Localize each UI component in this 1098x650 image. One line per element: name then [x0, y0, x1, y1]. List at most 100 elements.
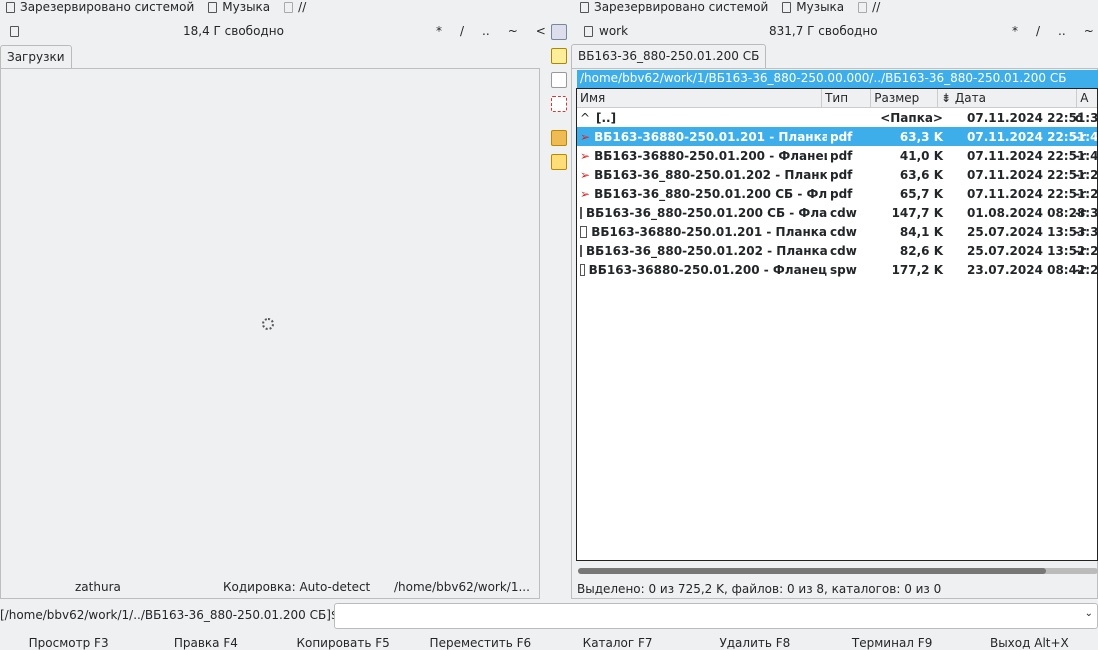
file-name-text: ВБ163-36880-250.01.201 - Планка	[594, 129, 827, 144]
file-name: ^ [..]	[577, 111, 827, 125]
file-row[interactable]: ➢ ВБ163-36880-250.01.201 - Планка pdf 63,…	[577, 127, 1097, 146]
file-attr: -r	[1075, 186, 1086, 201]
copy-icon[interactable]	[551, 72, 567, 88]
view-f3-button[interactable]: Просмотр F3	[0, 636, 137, 650]
file-name: ➢ ВБ163-36880-250.01.200 - Фланец	[577, 149, 827, 163]
drive-reserved[interactable]: Зарезервировано системой	[6, 0, 194, 14]
exit-button[interactable]: Выход Alt+X	[961, 636, 1098, 650]
file-size: 63,6 K	[899, 167, 943, 182]
copy-f5-button[interactable]: Копировать F5	[275, 636, 412, 650]
selection-status: Выделено: 0 из 725,2 K, файлов: 0 из 8, …	[577, 582, 942, 596]
scrollbar-thumb[interactable]	[578, 568, 1046, 574]
command-input[interactable]: ⌄	[334, 603, 1098, 629]
file-attr: -r	[1075, 148, 1086, 163]
drive-button-icon[interactable]	[584, 25, 593, 37]
drive-icon	[208, 1, 218, 13]
loading-spinner-icon	[262, 318, 274, 330]
nav-root[interactable]: /	[1036, 24, 1040, 38]
file-icon	[580, 244, 582, 257]
view-icon[interactable]	[551, 24, 567, 40]
nav-root[interactable]: /	[460, 24, 464, 38]
move-f6-button[interactable]: Переместить F6	[412, 636, 549, 650]
file-name: ВБ163-36_880-250.01.200 СБ - Флане..	[577, 206, 827, 220]
new-folder-icon[interactable]	[551, 154, 567, 170]
column-type[interactable]: Тип	[822, 89, 872, 107]
right-panel-header: work 831,7 Г свободно * /.. ~	[584, 22, 1098, 40]
file-name-text: [..]	[596, 110, 617, 125]
tab-current-folder[interactable]: ВБ163-36_880-250.01.200 СБ	[571, 44, 767, 68]
file-date: 07.11.2024 22:51:25	[967, 186, 1098, 201]
pdf-icon: ➢	[580, 167, 591, 182]
nav-buttons: * /.. ~	[1012, 24, 1094, 38]
chevron-down-icon[interactable]: ⌄	[1085, 608, 1093, 619]
file-date: 25.07.2024 13:52:22	[967, 243, 1098, 258]
drive-label: Музыка	[796, 0, 845, 14]
file-size: 82,6 K	[899, 243, 943, 258]
pdf-icon: ➢	[580, 186, 591, 201]
drive-icon	[782, 1, 792, 13]
move-icon[interactable]	[551, 96, 567, 112]
file-type: pdf	[830, 129, 853, 144]
viewer-name: zathura	[75, 580, 121, 594]
column-size[interactable]: Размер	[871, 89, 938, 107]
file-icon	[580, 225, 588, 238]
sort-icon: ⇟	[941, 91, 955, 105]
nav-up[interactable]: ..	[482, 24, 490, 38]
delete-f8-button[interactable]: Удалить F8	[686, 636, 823, 650]
tab-downloads[interactable]: Загрузки	[0, 45, 72, 69]
nav-root-all[interactable]: *	[1012, 24, 1018, 38]
drive-music[interactable]: Музыка	[208, 0, 270, 14]
disk-icon	[580, 1, 589, 13]
archive-icon[interactable]	[551, 130, 567, 146]
drive-button-icon[interactable]	[10, 25, 19, 37]
parent-folder-icon: ^	[580, 110, 591, 125]
drive-reserved[interactable]: Зарезервировано системой	[580, 0, 768, 14]
mkdir-f7-button[interactable]: Каталог F7	[549, 636, 686, 650]
drive-label: Музыка	[222, 0, 271, 14]
file-date: 25.07.2024 13:53:32	[967, 224, 1098, 239]
nav-up[interactable]: ..	[1058, 24, 1066, 38]
file-name: ВБ163-36880-250.01.201 - Планка	[577, 225, 827, 239]
column-date[interactable]: ⇟ Дата	[938, 89, 1078, 107]
file-size: 177,2 K	[891, 262, 943, 277]
nav-root-all[interactable]: *	[436, 24, 442, 38]
vertical-toolbar	[548, 24, 570, 178]
file-size: 84,1 K	[899, 224, 943, 239]
file-row[interactable]: ^ [..] <Папка> 07.11.2024 22:51:38 d	[577, 108, 1097, 127]
column-headers: Имя Тип Размер ⇟ Дата А	[577, 89, 1097, 108]
column-name[interactable]: Имя	[577, 89, 823, 107]
terminal-f9-button[interactable]: Терминал F9	[824, 636, 961, 650]
tab-label: ВБ163-36_880-250.01.200 СБ	[578, 49, 760, 63]
drive-root[interactable]: //	[858, 0, 880, 14]
file-type: cdw	[830, 243, 857, 258]
edit-f4-button[interactable]: Правка F4	[137, 636, 274, 650]
drive-root[interactable]: //	[284, 0, 306, 14]
file-row[interactable]: ВБ163-36880-250.01.201 - Планка cdw 84,1…	[577, 222, 1097, 241]
network-icon	[284, 1, 294, 13]
file-name-text: ВБ163-36880-250.01.200 - Фланец	[588, 262, 827, 277]
file-row[interactable]: ВБ163-36880-250.01.200 - Фланец spw 177,…	[577, 260, 1097, 279]
file-date: 07.11.2024 22:51:38	[967, 110, 1098, 125]
file-row[interactable]: ➢ ВБ163-36_880-250.01.202 - Планка pdf 63…	[577, 165, 1097, 184]
nav-back[interactable]: <	[536, 24, 546, 38]
file-row[interactable]: ➢ВБ163-36_880-250.01.200 СБ - Флане.. pd…	[577, 184, 1097, 203]
file-type: pdf	[830, 148, 853, 163]
file-list: Имя Тип Размер ⇟ Дата А ^ [..] <Папка> 07…	[576, 88, 1098, 561]
file-size: 63,3 K	[899, 129, 943, 144]
file-row[interactable]: ВБ163-36_880-250.01.200 СБ - Флане.. cdw…	[577, 203, 1097, 222]
network-icon	[858, 1, 868, 13]
encoding-status[interactable]: Кодировка: Auto-detect	[223, 580, 370, 594]
disk-icon	[6, 1, 15, 13]
edit-icon[interactable]	[551, 48, 567, 64]
column-attr[interactable]: А	[1077, 89, 1097, 107]
drive-label[interactable]: work	[599, 24, 628, 38]
horizontal-scrollbar[interactable]	[578, 568, 1098, 574]
nav-buttons: * /.. ~ <	[436, 24, 546, 38]
file-attr: -r	[1075, 262, 1086, 277]
drive-music[interactable]: Музыка	[782, 0, 844, 14]
file-row[interactable]: ВБ163-36_880-250.01.202 - Планка cdw 82,…	[577, 241, 1097, 260]
file-row[interactable]: ➢ ВБ163-36880-250.01.200 - Фланец pdf 41,…	[577, 146, 1097, 165]
path-bar[interactable]: /home/bbv62/work/1/ВБ163-36_880-250.00.0…	[577, 70, 1098, 88]
nav-home[interactable]: ~	[1084, 24, 1094, 38]
nav-home[interactable]: ~	[508, 24, 518, 38]
